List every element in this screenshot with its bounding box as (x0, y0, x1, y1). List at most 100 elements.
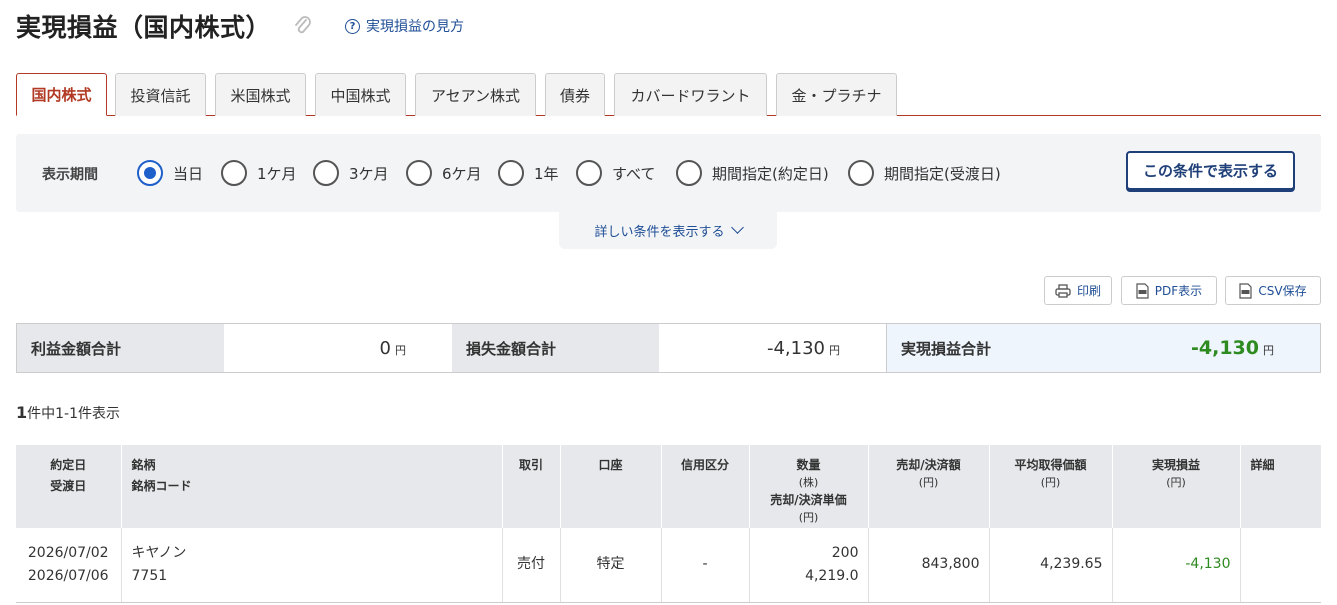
cell-quantity: 200 4,219.0 (749, 528, 869, 603)
tab-domestic-stock[interactable]: 国内株式 (16, 73, 107, 116)
col-security: 銘柄 銘柄コード (121, 445, 503, 528)
print-label: 印刷 (1076, 284, 1101, 298)
pdf-button[interactable]: PDF表示 (1121, 276, 1217, 305)
radio-3month[interactable]: 3ケ月 (313, 160, 389, 186)
radio-1month[interactable]: 1ケ月 (221, 160, 297, 186)
col-quantity: 数量 (株) 売却/決済単価 (円) (749, 445, 869, 528)
radio-button[interactable] (676, 160, 702, 186)
profit-amount: 0 (379, 337, 391, 359)
tab-us-stock[interactable]: 米国株式 (215, 73, 306, 116)
radio-range-trade-date[interactable]: 期間指定(約定日) (676, 160, 829, 186)
paperclip-icon[interactable] (293, 14, 313, 40)
loss-total-value: -4,130 円 (659, 324, 886, 372)
unit-label: 円 (395, 344, 406, 357)
radio-button[interactable] (498, 160, 524, 186)
tab-asean-stock[interactable]: アセアン株式 (415, 73, 536, 116)
header-security: 銘柄 (131, 458, 156, 472)
col-dates: 約定日 受渡日 (16, 445, 122, 528)
tab-covered-warrant[interactable]: カバードワラント (614, 73, 767, 116)
question-icon: ? (345, 18, 360, 34)
cell-account: 特定 (560, 528, 662, 603)
radio-button[interactable] (576, 160, 602, 186)
header-unit: (円) (918, 476, 939, 489)
header-unit-price: 売却/決済単価 (770, 493, 847, 507)
realized-pnl-amount: -4,130 (1191, 337, 1259, 359)
tab-investment-trust[interactable]: 投資信託 (115, 73, 206, 116)
pnl-summary: 利益金額合計 0円 損失金額合計 -4,130 円 実現損益合計 -4,130 円 (16, 323, 1321, 373)
printer-icon (1055, 283, 1071, 298)
col-account: 口座 (560, 445, 662, 528)
realized-pnl-total-value: -4,130 円 (1086, 324, 1320, 372)
radio-button[interactable] (137, 160, 163, 186)
cell-amount: 843,800 (868, 528, 990, 603)
col-margin: 信用区分 (661, 445, 750, 528)
radio-label: 3ケ月 (349, 164, 389, 183)
radio-all[interactable]: すべて (576, 160, 655, 186)
trade-date: 2026/07/02 (27, 544, 109, 561)
tab-gold-platinum[interactable]: 金・プラチナ (776, 73, 897, 116)
realized-pnl-table: 約定日受渡日 銘柄銘柄コード 取引 口座 信用区分 数量 (株) 売却/決済単価… (16, 445, 1321, 603)
cell-margin: - (661, 528, 750, 603)
result-count: 1件中1-1件表示 (16, 403, 120, 423)
cell-dates: 2026/07/02 2026/07/06 (16, 528, 122, 603)
loss-amount: -4,130 (766, 337, 825, 359)
radio-today[interactable]: 当日 (137, 160, 203, 186)
security-code: 7751 (131, 567, 168, 584)
col-avg-cost: 平均取得価額 (円) (989, 445, 1113, 528)
cell-security: キヤノン 7751 (121, 528, 503, 603)
unit-label: 円 (1263, 344, 1274, 357)
radio-button[interactable] (406, 160, 432, 186)
header-unit: (円) (1166, 476, 1186, 489)
radio-label: 1ケ月 (257, 164, 297, 183)
product-tabs: 国内株式 投資信託 米国株式 中国株式 アセアン株式 債券 カバードワラント 金… (16, 73, 1321, 116)
show-advanced-filter-toggle[interactable]: 詳しい条件を表示する (559, 211, 777, 249)
col-trade: 取引 (502, 445, 561, 528)
header-unit: (円) (798, 511, 819, 524)
apply-filter-button[interactable]: この条件で表示する (1126, 151, 1295, 190)
header-avg-cost: 平均取得価額 (1014, 458, 1087, 472)
result-total: 1 (16, 403, 28, 422)
period-label: 表示期間 (42, 167, 98, 183)
pdf-label: PDF表示 (1154, 284, 1203, 298)
radio-label: 6ケ月 (442, 164, 482, 183)
radio-label: 1年 (534, 164, 559, 183)
header-security-code: 銘柄コード (131, 479, 192, 493)
radio-button[interactable] (221, 160, 247, 186)
cell-avg-cost: 4,239.65 (989, 528, 1113, 603)
col-pnl: 実現損益 (円) (1112, 445, 1241, 528)
header-trade-date: 約定日 (50, 458, 87, 472)
page-title: 実現損益（国内株式） (16, 13, 272, 42)
profit-total-value: 0円 (224, 324, 452, 372)
radio-1year[interactable]: 1年 (498, 160, 559, 186)
col-detail: 詳細 (1240, 445, 1321, 528)
csv-label: CSV保存 (1258, 284, 1307, 298)
radio-6month[interactable]: 6ケ月 (406, 160, 482, 186)
radio-button[interactable] (848, 160, 874, 186)
csv-file-icon (1239, 282, 1252, 299)
cell-pnl: -4,130 (1112, 528, 1241, 603)
tab-bond[interactable]: 債券 (545, 73, 605, 116)
cell-trade: 売付 (502, 528, 561, 603)
profit-total-label: 利益金額合計 (17, 324, 224, 372)
result-range: 件中1-1件表示 (27, 406, 121, 422)
radio-label: 期間指定(受渡日) (884, 164, 1001, 183)
tab-china-stock[interactable]: 中国株式 (315, 73, 406, 116)
radio-label: 当日 (173, 164, 204, 183)
csv-button[interactable]: CSV保存 (1225, 276, 1321, 305)
header-unit: (株) (798, 476, 819, 489)
help-link[interactable]: ? 実現損益の見方 (345, 16, 464, 36)
unit-label: 円 (829, 344, 840, 357)
security-name: キヤノン (131, 544, 187, 561)
print-button[interactable]: 印刷 (1044, 276, 1112, 305)
settle-date: 2026/07/06 (27, 567, 109, 584)
header-settle-date: 受渡日 (50, 479, 87, 493)
header-unit: (円) (1040, 476, 1061, 489)
radio-label: 期間指定(約定日) (712, 164, 829, 183)
cell-detail[interactable] (1240, 528, 1321, 603)
radio-label: すべて (612, 164, 656, 183)
help-link-label: 実現損益の見方 (366, 19, 464, 35)
header-pnl: 実現損益 (1151, 458, 1200, 472)
radio-button[interactable] (313, 160, 339, 186)
loss-total-label: 損失金額合計 (452, 324, 659, 372)
radio-range-settle-date[interactable]: 期間指定(受渡日) (848, 160, 1001, 186)
